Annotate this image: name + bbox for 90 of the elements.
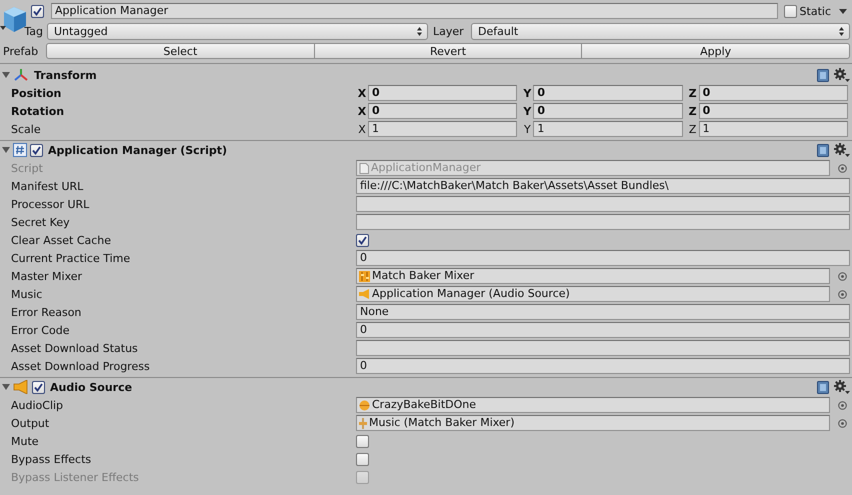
property-label: Position: [10, 86, 62, 100]
help-book-icon[interactable]: [817, 380, 829, 394]
axis-label[interactable]: Y: [521, 104, 534, 118]
component-title: Application Manager (Script): [48, 144, 228, 156]
property-label: Scale: [10, 122, 42, 136]
dropdown-arrow-icon[interactable]: [839, 8, 847, 14]
property-label: Master Mixer: [10, 270, 84, 282]
property-label: Error Code: [10, 324, 70, 336]
settings-icon[interactable]: [834, 143, 850, 157]
property-label: Asset Download Progress: [10, 360, 151, 372]
property-checkbox[interactable]: [356, 234, 369, 246]
audio-clip-icon: [359, 400, 370, 410]
enabled-checkbox[interactable]: [30, 144, 43, 156]
speaker-icon: [359, 289, 370, 299]
property-label: Clear Asset Cache: [10, 234, 112, 246]
property-label: Music: [10, 288, 44, 300]
number-field[interactable]: 0: [533, 85, 683, 101]
prefab-button[interactable]: Apply: [581, 43, 850, 59]
text-field[interactable]: [356, 196, 850, 212]
static-checkbox[interactable]: [784, 4, 797, 18]
active-checkbox[interactable]: [31, 4, 44, 18]
prefab-button[interactable]: Revert: [314, 43, 582, 59]
settings-icon[interactable]: [834, 68, 850, 82]
property-checkbox[interactable]: [356, 452, 369, 466]
component-title: Audio Source: [50, 380, 132, 394]
tag-dropdown[interactable]: Untagged: [47, 22, 428, 40]
text-field[interactable]: 0: [356, 250, 850, 266]
property-label: AudioClip: [10, 398, 64, 412]
number-field[interactable]: 1: [533, 121, 683, 137]
static-label: Static: [800, 4, 831, 18]
number-field[interactable]: 0: [368, 85, 518, 101]
text-field[interactable]: 0: [356, 322, 850, 338]
number-field[interactable]: 0: [533, 103, 683, 119]
prefab-label: Prefab: [2, 44, 40, 58]
help-book-icon[interactable]: [817, 68, 829, 82]
property-label: Current Practice Time: [10, 252, 132, 264]
property-label: Bypass Effects: [10, 452, 92, 466]
axis-label[interactable]: Z: [686, 86, 699, 100]
property-label: Output: [10, 416, 50, 430]
number-field[interactable]: 0: [698, 103, 848, 119]
settings-icon[interactable]: [834, 380, 850, 394]
mixer-group-icon: [359, 418, 367, 428]
name-field[interactable]: Application Manager: [51, 3, 778, 19]
text-field[interactable]: None: [356, 304, 850, 320]
axis-label[interactable]: Y: [521, 122, 534, 136]
foldout-arrow-icon[interactable]: [2, 383, 10, 391]
layer-label: Layer: [433, 24, 465, 38]
axis-label[interactable]: X: [356, 86, 368, 100]
object-field[interactable]: Match Baker Mixer: [356, 268, 830, 284]
axis-label[interactable]: Z: [686, 104, 699, 118]
axis-label[interactable]: X: [356, 104, 368, 118]
text-field[interactable]: [356, 214, 850, 230]
tag-label: Tag: [23, 24, 43, 38]
text-field[interactable]: file:///C:\MatchBaker\Match Baker\Assets\Asset Bundles\: [356, 178, 850, 194]
mixer-icon: [359, 270, 370, 282]
property-label: Rotation: [10, 104, 66, 118]
enabled-checkbox[interactable]: [32, 380, 45, 394]
text-field[interactable]: 0: [356, 358, 850, 374]
prefab-button[interactable]: Select: [46, 43, 315, 59]
number-field[interactable]: 1: [698, 121, 848, 137]
object-field[interactable]: CrazyBakeBitDOne: [356, 397, 830, 413]
property-checkbox[interactable]: [356, 434, 369, 448]
object-field[interactable]: Music (Match Baker Mixer): [356, 415, 830, 431]
help-book-icon[interactable]: [817, 144, 829, 156]
number-field[interactable]: 1: [368, 121, 518, 137]
property-label: Manifest URL: [10, 180, 84, 192]
foldout-arrow-icon[interactable]: [2, 71, 10, 79]
object-field[interactable]: Application Manager (Audio Source): [356, 286, 830, 302]
property-label: Secret Key: [10, 216, 71, 228]
script-icon: [13, 143, 27, 157]
number-field[interactable]: 0: [368, 103, 518, 119]
updown-arrow-icon: [839, 26, 844, 36]
property-label: Mute: [10, 434, 40, 448]
layer-dropdown[interactable]: Default: [471, 22, 850, 40]
script-file-icon: [359, 162, 369, 174]
foldout-arrow-icon[interactable]: [2, 146, 10, 154]
property-label: Script: [10, 162, 44, 174]
property-label: Processor URL: [10, 198, 90, 210]
property-label: Bypass Listener Effects: [10, 470, 140, 484]
axis-label[interactable]: Z: [686, 122, 699, 136]
property-label: Error Reason: [10, 306, 82, 318]
component-title: Transform: [34, 68, 97, 82]
property-label: Asset Download Status: [10, 342, 139, 354]
speaker-icon: [13, 380, 29, 394]
axes-icon: [13, 68, 29, 82]
axis-label[interactable]: Y: [521, 86, 534, 100]
text-field[interactable]: [356, 340, 850, 356]
number-field[interactable]: 0: [698, 85, 848, 101]
updown-arrow-icon: [417, 26, 422, 36]
axis-label[interactable]: X: [356, 122, 368, 136]
